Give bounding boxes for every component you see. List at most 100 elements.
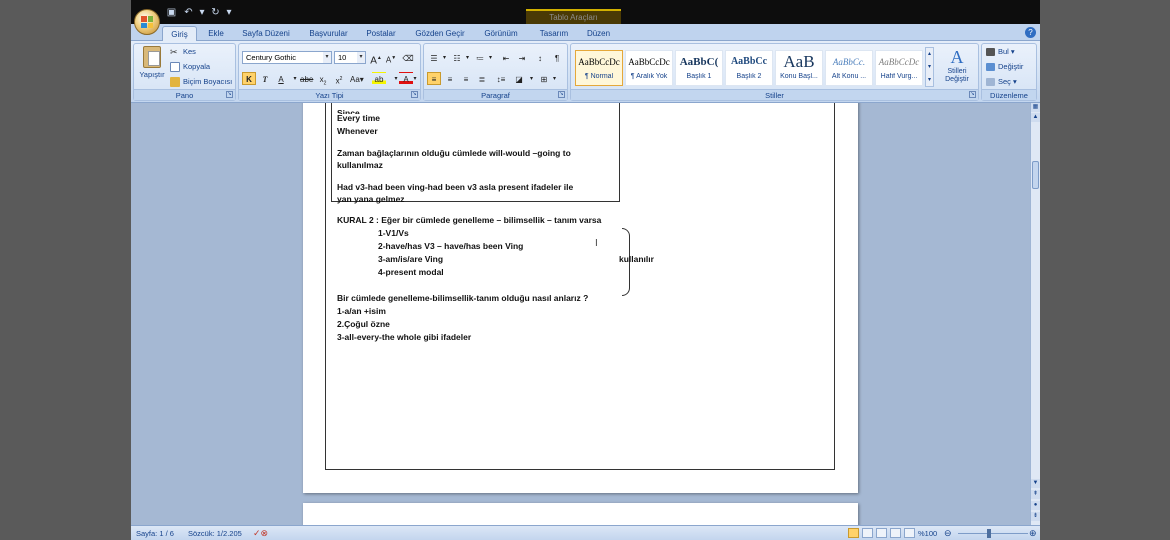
clipboard-launcher-icon[interactable]: ↘ (226, 91, 233, 98)
redo-icon[interactable]: ↻ (209, 7, 222, 18)
style-no-spacing[interactable]: AaBbCcDc ¶ Aralık Yok (625, 50, 673, 86)
outline-view-button[interactable] (890, 528, 901, 538)
font-launcher-icon[interactable]: ↘ (411, 91, 418, 98)
tab-postalar[interactable]: Postalar (361, 26, 401, 41)
ruler-toggle-icon[interactable]: ▦ (1031, 103, 1040, 112)
style-heading-2[interactable]: AaBbCc Başlık 2 (725, 50, 773, 86)
office-logo-icon (141, 16, 153, 28)
style-normal[interactable]: AaBbCcDc ¶ Normal (575, 50, 623, 86)
office-button[interactable] (134, 9, 160, 35)
document-page-2[interactable] (303, 503, 858, 525)
superscript-button[interactable]: x2 (332, 72, 346, 86)
multilevel-dropdown[interactable]: ▾ (487, 51, 494, 64)
zoom-slider[interactable] (958, 533, 1028, 534)
styles-group: AaBbCcDc ¶ Normal AaBbCcDc ¶ Aralık Yok … (570, 43, 979, 101)
zoom-level[interactable]: %100 (918, 528, 937, 539)
styles-scroll[interactable]: ▴ ▾ ▾ (925, 47, 934, 87)
change-case-button[interactable]: Aa▾ (349, 72, 364, 85)
page-count[interactable]: Sayfa: 1 / 6 (136, 528, 174, 539)
doc-rule-title: KURAL 2 : Eğer bir cümlede genelleme – b… (337, 215, 602, 225)
tab-gorunum[interactable]: Görünüm (476, 26, 526, 41)
tab-gozden-gecir[interactable]: Gözden Geçir (409, 26, 471, 41)
increase-indent-button[interactable]: ⇥ (515, 51, 529, 64)
tab-giris[interactable]: Giriş (162, 26, 197, 41)
copy-button[interactable]: Kopyala (170, 61, 210, 73)
styles-launcher-icon[interactable]: ↘ (969, 91, 976, 98)
shading-button[interactable]: ◪ (512, 72, 526, 85)
customize-icon[interactable]: ▾ (226, 7, 232, 18)
word-count[interactable]: Sözcük: 1/2.205 (188, 528, 242, 539)
borders-button[interactable]: ⊞ (537, 72, 551, 85)
help-icon[interactable]: ? (1025, 27, 1036, 38)
multilevel-list-button[interactable]: ≔ (473, 51, 487, 64)
borders-dropdown[interactable]: ▾ (551, 72, 558, 85)
scroll-thumb[interactable] (1032, 161, 1039, 189)
vertical-scrollbar[interactable]: ▦ ▲ ▼ ⇞ ● ⇟ (1030, 103, 1040, 525)
align-center-button[interactable]: ≡ (443, 72, 457, 85)
zoom-in-icon[interactable]: ⊕ (1029, 528, 1037, 539)
undo-icon[interactable]: ↶ (182, 7, 195, 18)
find-button[interactable]: Bul ▾ (986, 46, 1015, 58)
save-icon[interactable]: ▣ (165, 7, 178, 18)
next-page-icon[interactable]: ⇟ (1031, 512, 1040, 521)
subscript-button[interactable]: x2 (316, 72, 330, 87)
bullets-dropdown[interactable]: ▾ (441, 51, 448, 64)
font-family-select[interactable]: Century Gothic ▾ (242, 51, 332, 64)
align-right-button[interactable]: ≡ (459, 72, 473, 85)
chevron-down-icon: ▾ (323, 52, 331, 63)
scroll-down-icon[interactable]: ▼ (1031, 479, 1040, 488)
bold-button[interactable]: K (242, 72, 256, 85)
scroll-up-icon[interactable]: ▲ (1031, 113, 1040, 122)
print-layout-view-button[interactable] (848, 528, 859, 538)
format-painter-button[interactable]: Biçim Boyacısı (170, 76, 232, 88)
style-title[interactable]: AaB Konu Başl... (775, 50, 823, 86)
cut-button[interactable]: ✂ Kes (170, 46, 196, 58)
paste-button[interactable]: Yapıştır (137, 46, 167, 88)
bullets-button[interactable]: ☰ (427, 51, 441, 64)
numbering-dropdown[interactable]: ▾ (464, 51, 471, 64)
style-subtle-emphasis[interactable]: AaBbCcDc Hafif Vurg... (875, 50, 923, 86)
style-heading-1[interactable]: AaBbC( Başlık 1 (675, 50, 723, 86)
change-styles-button[interactable]: A Stilleri Değiştir (937, 46, 977, 90)
tab-ekle[interactable]: Ekle (201, 26, 231, 41)
shading-dropdown[interactable]: ▾ (528, 72, 535, 85)
style-subtitle[interactable]: AaBbCc. Alt Konu ... (825, 50, 873, 86)
zoom-out-icon[interactable]: ⊖ (944, 528, 952, 539)
justify-button[interactable]: ≣ (475, 72, 489, 85)
styles-icon: A (950, 47, 964, 67)
tab-tasarim[interactable]: Tasarım (534, 26, 574, 41)
font-color-dropdown[interactable]: ▾ (411, 72, 419, 85)
replace-button[interactable]: Değiştir (986, 61, 1023, 73)
document-page[interactable]: Since Every time Whenever Zaman bağlaçla… (303, 103, 858, 493)
strikethrough-button[interactable]: abe (299, 72, 313, 85)
font-size-select[interactable]: 10 ▾ (334, 51, 366, 64)
clear-formatting-button[interactable]: ⌫ (401, 51, 415, 64)
highlight-button[interactable]: ab (372, 72, 386, 85)
doc-line-had-v3: Had v3-had been ving-had been v3 asla pr… (337, 182, 574, 192)
italic-button[interactable]: T (258, 72, 272, 85)
tab-duzen[interactable]: Düzen (581, 26, 616, 41)
grow-font-button[interactable]: A▲ (369, 51, 383, 66)
tab-basvurular[interactable]: Başvurular (301, 26, 356, 41)
align-left-button[interactable]: ≡ (427, 72, 441, 85)
proofing-icon[interactable]: ✓⊗ (253, 528, 268, 539)
numbering-button[interactable]: ☷ (450, 51, 464, 64)
zoom-slider-thumb[interactable] (987, 529, 991, 538)
ribbon-tabs: Giriş Ekle Sayfa Düzeni Başvurular Posta… (131, 24, 1040, 41)
line-spacing-button[interactable]: ↕≡ (494, 72, 508, 85)
web-layout-view-button[interactable] (876, 528, 887, 538)
prev-page-icon[interactable]: ⇞ (1031, 490, 1040, 499)
underline-button[interactable]: A (274, 72, 288, 85)
shrink-font-button[interactable]: A▼ (384, 51, 398, 65)
tab-sayfa-duzeni[interactable]: Sayfa Düzeni (237, 26, 295, 41)
styles-group-label: Stiller (571, 89, 978, 100)
dropdown-icon[interactable]: ▾ (199, 7, 205, 18)
show-marks-button[interactable]: ¶ (550, 51, 564, 64)
select-button[interactable]: Seç ▾ (986, 76, 1017, 88)
decrease-indent-button[interactable]: ⇤ (499, 51, 513, 64)
draft-view-button[interactable] (904, 528, 915, 538)
browse-object-icon[interactable]: ● (1031, 501, 1040, 510)
paragraph-launcher-icon[interactable]: ↘ (558, 91, 565, 98)
full-screen-view-button[interactable] (862, 528, 873, 538)
sort-button[interactable]: ↕ (533, 51, 547, 64)
